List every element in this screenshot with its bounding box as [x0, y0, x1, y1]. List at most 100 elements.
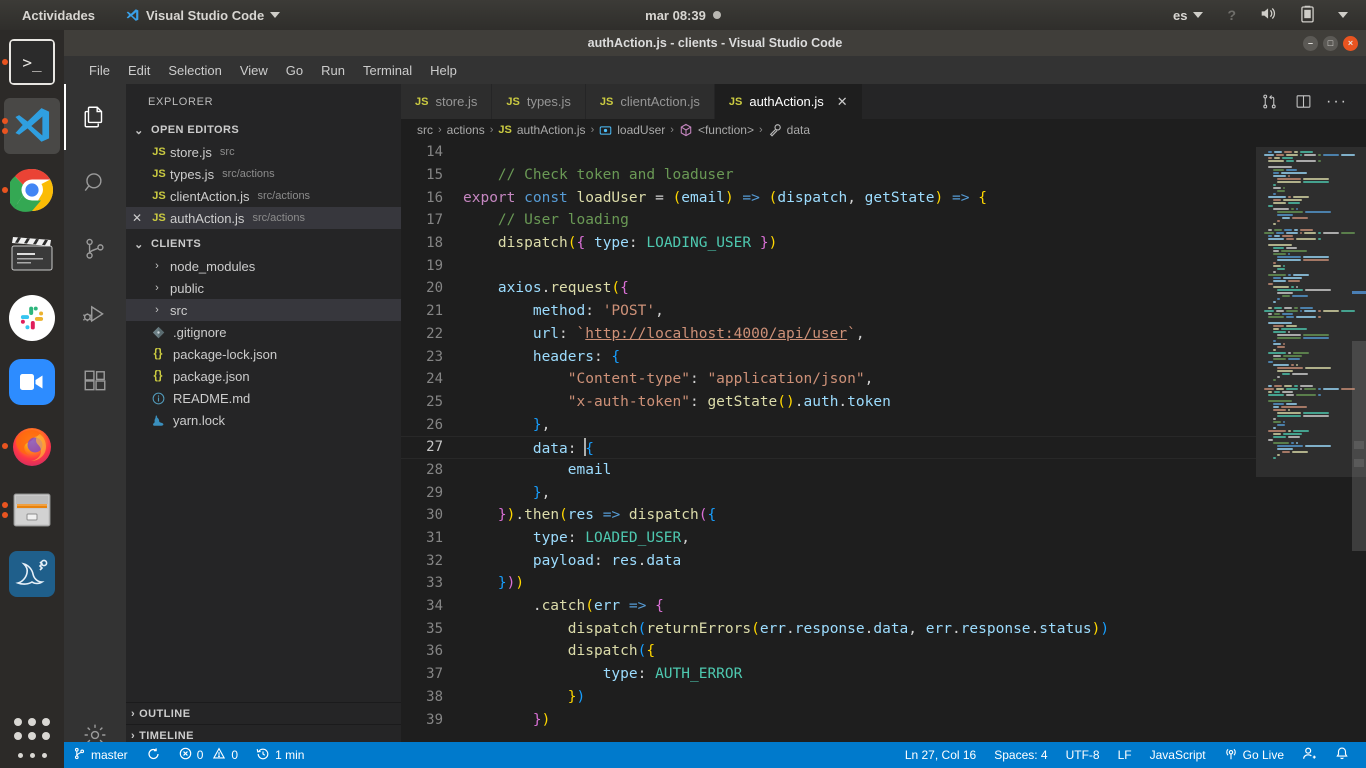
dock-item-video-editor[interactable] — [0, 222, 64, 286]
minimap[interactable] — [1256, 141, 1366, 768]
breadcrumb-item-data[interactable]: data — [768, 123, 810, 137]
statusbar-timer[interactable]: 1 min — [247, 742, 313, 768]
breadcrumb: src › actions › JS authAction.js › loadU… — [401, 119, 1366, 141]
activities-button[interactable]: Actividades — [12, 0, 105, 30]
minimize-button[interactable]: – — [1303, 36, 1318, 51]
menu-edit[interactable]: Edit — [119, 60, 159, 81]
statusbar-encoding[interactable]: UTF-8 — [1057, 742, 1109, 768]
close-icon[interactable]: ✕ — [126, 211, 148, 225]
activitybar-item-search[interactable] — [64, 150, 126, 216]
section-outline[interactable]: › OUTLINE — [126, 702, 401, 724]
dock-item-terminal[interactable]: >_ — [0, 30, 64, 94]
dock-item-vscode[interactable] — [0, 94, 64, 158]
dock-item-chrome[interactable] — [0, 158, 64, 222]
code-line: 17 // User loading — [401, 209, 1256, 232]
tree-item-package-lock-json[interactable]: {} package-lock.json — [126, 343, 401, 365]
tab-authaction-js[interactable]: JS authAction.js ✕ — [715, 84, 863, 119]
dock-item-files[interactable] — [0, 478, 64, 542]
open-editor-item[interactable]: JS store.js src — [126, 141, 401, 163]
mysql-dolphin-icon — [9, 551, 55, 597]
json-icon: {} — [148, 348, 168, 360]
line-number: 36 — [401, 643, 463, 659]
tree-item-src[interactable]: › src — [126, 299, 401, 321]
statusbar-eol[interactable]: LF — [1109, 742, 1141, 768]
line-number: 24 — [401, 371, 463, 387]
maximize-button[interactable]: □ — [1323, 36, 1338, 51]
volume-indicator[interactable] — [1250, 0, 1287, 30]
tab-clientaction-js[interactable]: JS clientAction.js — [586, 84, 715, 119]
section-open-editors[interactable]: ⌄ OPEN EDITORS — [126, 119, 401, 141]
firefox-icon — [9, 423, 55, 469]
section-project[interactable]: ⌄ CLIENTS — [126, 233, 401, 255]
close-button[interactable]: × — [1343, 36, 1358, 51]
activitybar-item-explorer[interactable] — [64, 84, 126, 150]
dock-item-firefox[interactable] — [0, 414, 64, 478]
activitybar-item-extensions[interactable] — [64, 348, 126, 414]
breadcrumb-item-function[interactable]: <function> — [679, 123, 754, 137]
battery-indicator[interactable] — [1291, 0, 1324, 30]
statusbar-problems[interactable]: 0 0 — [170, 742, 247, 768]
activitybar-item-source-control[interactable] — [64, 216, 126, 282]
open-editor-item[interactable]: JS clientAction.js src/actions — [126, 185, 401, 207]
breadcrumb-item-actions[interactable]: actions — [447, 123, 485, 137]
git-icon — [148, 326, 168, 339]
code-line: 28 email — [401, 459, 1256, 482]
system-menu-button[interactable] — [1328, 0, 1358, 30]
line-content: }) — [463, 712, 550, 728]
menu-terminal[interactable]: Terminal — [354, 60, 421, 81]
source-control-compare-icon[interactable] — [1252, 84, 1286, 119]
open-editor-item-active[interactable]: ✕ JS authAction.js src/actions — [126, 207, 401, 229]
line-number: 33 — [401, 575, 463, 591]
js-icon: JS — [415, 96, 428, 108]
code-line: 31 type: LOADED_USER, — [401, 527, 1256, 550]
tree-item-node_modules[interactable]: › node_modules — [126, 255, 401, 277]
tree-item-package-json[interactable]: {} package.json — [126, 365, 401, 387]
more-actions-icon[interactable]: ··· — [1320, 84, 1354, 119]
open-editor-item[interactable]: JS types.js src/actions — [126, 163, 401, 185]
statusbar-indentation[interactable]: Spaces: 4 — [985, 742, 1056, 768]
statusbar-language-mode[interactable]: JavaScript — [1141, 742, 1215, 768]
chevron-down-icon: ⌄ — [131, 124, 147, 137]
dock-item-zoom[interactable] — [0, 350, 64, 414]
statusbar-cursor-position[interactable]: Ln 27, Col 16 — [896, 742, 985, 768]
line-number: 21 — [401, 303, 463, 319]
tree-item-yarn-lock[interactable]: yarn.lock — [126, 409, 401, 431]
tab-store-js[interactable]: JS store.js — [401, 84, 492, 119]
menu-selection[interactable]: Selection — [159, 60, 230, 81]
tab-types-js[interactable]: JS types.js — [492, 84, 586, 119]
breadcrumb-item-loaduser[interactable]: loadUser — [599, 123, 665, 137]
code-line: 22 url: `http://localhost:4000/api/user`… — [401, 323, 1256, 346]
close-icon[interactable]: ✕ — [837, 94, 848, 110]
statusbar-notifications[interactable] — [1326, 742, 1358, 768]
code-editor[interactable]: 14 15 // Check token and loaduser 16expo… — [401, 141, 1366, 768]
menu-go[interactable]: Go — [277, 60, 312, 81]
app-menu-button[interactable]: Visual Studio Code — [115, 0, 290, 30]
tree-item-readme-md[interactable]: README.md — [126, 387, 401, 409]
keyboard-layout-button[interactable]: es — [1163, 0, 1213, 30]
menu-view[interactable]: View — [231, 60, 277, 81]
tree-item-gitignore[interactable]: .gitignore — [126, 321, 401, 343]
overview-ruler[interactable] — [1352, 141, 1366, 768]
dock-item-mysql-workbench[interactable] — [0, 542, 64, 606]
dock-item-slack[interactable] — [0, 286, 64, 350]
line-content: }, — [463, 417, 550, 433]
menu-run[interactable]: Run — [312, 60, 354, 81]
source-control-icon — [82, 236, 108, 262]
window-title: authAction.js - clients - Visual Studio … — [588, 36, 843, 50]
section-outline-label: OUTLINE — [139, 708, 190, 720]
activitybar-item-run-debug[interactable] — [64, 282, 126, 348]
menu-help[interactable]: Help — [421, 60, 466, 81]
split-editor-icon[interactable] — [1286, 84, 1320, 119]
breadcrumb-item-src[interactable]: src — [417, 123, 433, 137]
statusbar-accounts[interactable] — [1293, 742, 1326, 768]
statusbar-sync[interactable] — [137, 742, 170, 768]
statusbar-go-live[interactable]: Go Live — [1215, 742, 1293, 768]
menu-file[interactable]: File — [80, 60, 119, 81]
line-content: headers: { — [463, 349, 620, 365]
breadcrumb-item-authaction-js[interactable]: JS authAction.js — [498, 123, 585, 137]
statusbar-branch[interactable]: master — [64, 742, 137, 768]
code-text-area[interactable]: 14 15 // Check token and loaduser 16expo… — [401, 141, 1256, 768]
line-number: 29 — [401, 485, 463, 501]
tree-item-public[interactable]: › public — [126, 277, 401, 299]
help-button[interactable]: ? — [1217, 0, 1246, 30]
